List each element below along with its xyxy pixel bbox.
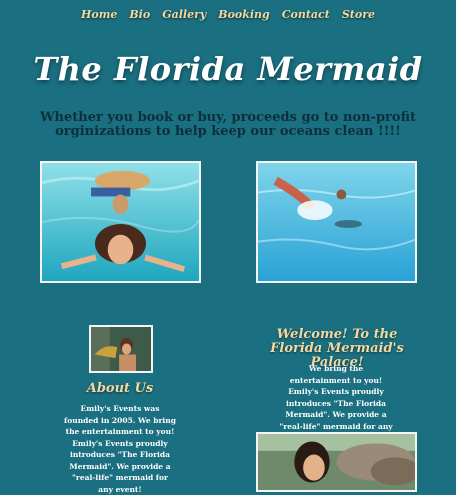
nav-item-booking[interactable]: Booking [218,8,269,21]
mermaid-pool-image [258,163,415,281]
site-title: The Florida Mermaid [33,50,423,88]
nav-item-store[interactable]: Store [342,8,375,21]
nav-item-contact[interactable]: Contact [282,8,330,21]
about-text: Emily's Events was founded in 2005. We b… [64,404,176,494]
nav-item-gallery[interactable]: Gallery [162,8,206,21]
mermaid-thumbnail-image [91,327,151,371]
nav-item-bio[interactable]: Bio [129,8,150,21]
mermaid-thumbnail-photo[interactable] [89,325,153,373]
nav-item-home[interactable]: Home [81,8,117,21]
about-title: About Us [86,381,154,396]
mermaid-portrait-photo[interactable] [256,432,417,492]
tagline: Whether you book or buy, proceeds go to … [39,110,417,139]
mermaid-underwater-image [42,163,199,281]
mermaid-pool-photo[interactable] [256,161,417,283]
main-nav: Home Bio Gallery Booking Contact Store [0,8,456,21]
mermaid-underwater-photo[interactable] [40,161,201,283]
mermaid-portrait-image [258,434,415,490]
